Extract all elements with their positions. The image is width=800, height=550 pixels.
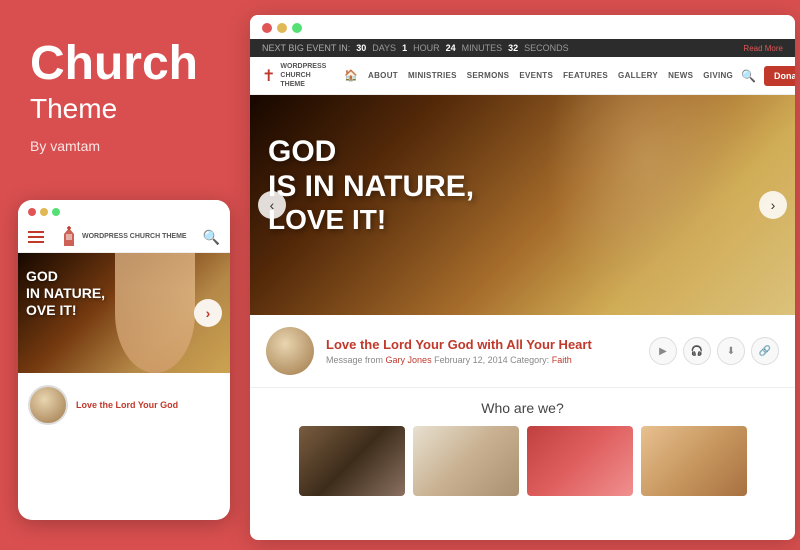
post-title[interactable]: Love the Lord Your God with All Your Hea… [326, 337, 637, 352]
desktop-search-icon[interactable]: 🔍 [741, 69, 756, 83]
who-image-2 [413, 426, 519, 496]
mobile-content: Love the Lord Your God [18, 373, 230, 433]
hero-next-arrow[interactable]: › [759, 191, 787, 219]
mobile-hero-text: GOD IN NATURE, OVE IT! [26, 268, 105, 318]
desktop-hero-text: GOD IS IN NATURE, LOVE IT! [268, 135, 474, 236]
nav-item-news[interactable]: NEWS [668, 71, 693, 80]
app-title-theme: Theme [30, 92, 215, 126]
church-logo-icon [60, 226, 78, 248]
mobile-search-icon[interactable]: 🔍 [203, 229, 220, 246]
event-minutes-num: 24 [446, 43, 456, 53]
desktop-dot-yellow [277, 23, 287, 33]
desktop-top-bar [250, 15, 795, 39]
mobile-next-arrow[interactable]: › [194, 299, 222, 327]
post-info: Love the Lord Your God with All Your Hea… [326, 337, 637, 365]
post-category-label: Category: [510, 355, 549, 365]
desktop-dot-green [292, 23, 302, 33]
event-label: NEXT BIG EVENT IN: [262, 43, 350, 53]
desktop-home-icon[interactable]: 🏠 [344, 69, 358, 82]
desktop-hero: GOD IS IN NATURE, LOVE IT! ‹ › [250, 95, 795, 315]
app-author: By vamtam [30, 138, 215, 154]
mobile-post-row: Love the Lord Your God [28, 385, 220, 425]
mobile-logo-text: WORDPRESS CHURCH THEME [82, 232, 187, 241]
mobile-logo: WORDPRESS CHURCH THEME [60, 226, 187, 248]
hero-silhouette [545, 95, 745, 315]
event-seconds-unit: SECONDS [524, 43, 569, 53]
event-seconds-num: 32 [508, 43, 518, 53]
desktop-window-dots [262, 23, 302, 33]
left-panel: Church Theme By vamtam WORDPRESS CHURCH … [0, 0, 245, 550]
post-play-button[interactable]: ▶ [649, 337, 677, 365]
desktop-dot-red [262, 23, 272, 33]
mobile-dot-red [28, 208, 36, 216]
post-download-button[interactable]: ⬇ [717, 337, 745, 365]
mobile-dot-green [52, 208, 60, 216]
mobile-post-avatar [28, 385, 68, 425]
post-category[interactable]: Faith [552, 355, 572, 365]
nav-item-about[interactable]: ABOUT [368, 71, 398, 80]
desktop-nav: ✝ WORDPRESS CHURCH THEME 🏠 ABOUT MINISTR… [250, 57, 795, 95]
mobile-nav: WORDPRESS CHURCH THEME 🔍 [18, 222, 230, 253]
mobile-window-dots [28, 208, 60, 216]
nav-item-giving[interactable]: GIVING [703, 71, 733, 80]
who-section: Who are we? [250, 388, 795, 506]
event-countdown-bar: NEXT BIG EVENT IN: 30 DAYS 1 HOUR 24 MIN… [250, 39, 795, 57]
event-minutes-unit: MINUTES [462, 43, 503, 53]
post-row: Love the Lord Your God with All Your Hea… [250, 315, 795, 388]
hamburger-icon[interactable] [28, 231, 44, 243]
nav-item-events[interactable]: EVENTS [519, 71, 553, 80]
event-days-num: 30 [356, 43, 366, 53]
hero-prev-arrow[interactable]: ‹ [258, 191, 286, 219]
nav-item-gallery[interactable]: GALLERY [618, 71, 658, 80]
desktop-logo: ✝ WORDPRESS CHURCH THEME [262, 62, 326, 89]
post-author-avatar [266, 327, 314, 375]
mobile-hero: GOD IN NATURE, OVE IT! › [18, 253, 230, 373]
desktop-nav-items: ABOUT MINISTRIES SERMONS EVENTS FEATURES… [368, 71, 733, 80]
event-hours-num: 1 [402, 43, 407, 53]
donate-button[interactable]: Donate [764, 66, 795, 86]
desktop-mockup: NEXT BIG EVENT IN: 30 DAYS 1 HOUR 24 MIN… [250, 15, 795, 540]
hero-line3: LOVE IT! [268, 204, 474, 236]
post-author-name[interactable]: Gary Jones [386, 355, 432, 365]
post-actions: ▶ 🎧 ⬇ 🔗 [649, 337, 779, 365]
desktop-logo-text: WORDPRESS CHURCH THEME [280, 62, 326, 89]
who-image-1 [299, 426, 405, 496]
who-image-4 [641, 426, 747, 496]
who-images [266, 426, 779, 496]
hero-line1: GOD [268, 135, 474, 170]
mobile-mockup: WORDPRESS CHURCH THEME 🔍 GOD IN NATURE, … [18, 200, 230, 520]
app-title-church: Church [30, 40, 215, 88]
post-link-button[interactable]: 🔗 [751, 337, 779, 365]
event-read-more[interactable]: Read More [743, 44, 783, 53]
who-image-3 [527, 426, 633, 496]
post-headphones-button[interactable]: 🎧 [683, 337, 711, 365]
desktop-church-icon: ✝ [262, 66, 275, 86]
mobile-post-title: Love the Lord Your God [76, 399, 178, 412]
nav-item-ministries[interactable]: MINISTRIES [408, 71, 457, 80]
who-title: Who are we? [266, 400, 779, 416]
nav-item-sermons[interactable]: SERMONS [467, 71, 510, 80]
hero-line2: IS IN NATURE, [268, 170, 474, 205]
post-meta: Message from Gary Jones February 12, 201… [326, 355, 637, 365]
nav-item-features[interactable]: FEATURES [563, 71, 608, 80]
post-date: February 12, 2014 [434, 355, 508, 365]
mobile-dot-yellow [40, 208, 48, 216]
event-hours-unit: HOUR [413, 43, 440, 53]
mobile-hero-person [115, 253, 195, 373]
post-meta-prefix: Message from [326, 355, 383, 365]
event-days-unit: DAYS [372, 43, 396, 53]
mobile-top-bar [18, 200, 230, 222]
